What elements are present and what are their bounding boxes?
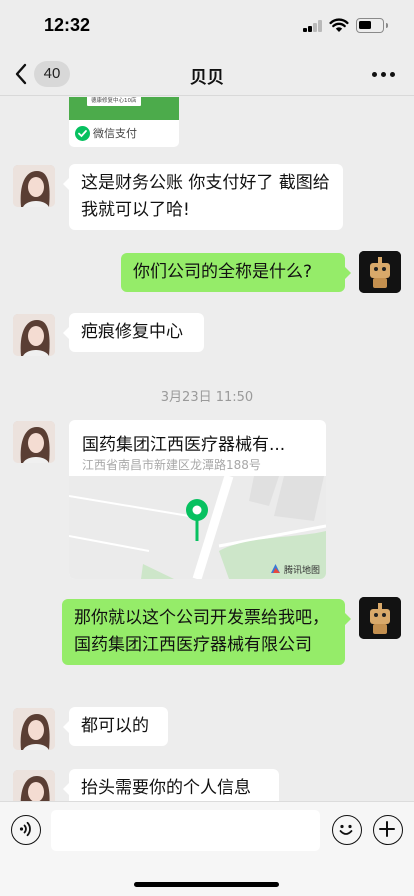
- message-bubble[interactable]: 那你就以这个公司开发票给我吧，国药集团江西医疗器械有限公司: [62, 599, 351, 665]
- location-title: 国药集团江西医疗器械有...: [82, 435, 286, 455]
- contact-avatar[interactable]: [13, 165, 55, 207]
- signal-icon: [303, 20, 323, 32]
- message-bubble[interactable]: 抬头需要你的个人信息: [63, 769, 279, 801]
- status-bar: 12:32: [0, 0, 414, 50]
- avatar-photo: [359, 597, 401, 639]
- emoji-button[interactable]: [332, 815, 362, 845]
- avatar-photo: [13, 770, 55, 801]
- input-bar: [0, 801, 414, 896]
- my-avatar[interactable]: [359, 251, 401, 293]
- location-address: 江西省南昌市新建区龙潭路188号: [82, 458, 261, 472]
- avatar-photo: [13, 708, 55, 750]
- emoji-icon: [339, 824, 353, 835]
- avatar-photo: [13, 314, 55, 356]
- contact-avatar[interactable]: [13, 421, 55, 463]
- chat-title: 贝贝: [190, 68, 224, 88]
- pay-merchant-name: 德康修复中心10店: [87, 97, 141, 106]
- map-credit: 腾讯地图: [283, 566, 320, 576]
- wechat-pay-card[interactable]: 德康修复中心10店 微信支付: [69, 97, 179, 147]
- plus-icon: [379, 821, 395, 837]
- avatar-photo: [359, 251, 401, 293]
- message-timestamp: 3月23日 11:50: [160, 390, 254, 405]
- message-bubble[interactable]: 你们公司的全称是什么?: [121, 253, 351, 292]
- location-card[interactable]: 国药集团江西医疗器械有... 江西省南昌市新建区龙潭路188号 腾讯地图: [69, 420, 326, 579]
- message-bubble[interactable]: 疤痕修复中心: [63, 313, 204, 352]
- message-bubble[interactable]: 这是财务公账 你支付好了 截图给我就可以了哈!: [63, 164, 343, 230]
- my-avatar[interactable]: [359, 597, 401, 639]
- pay-card-footer: 微信支付: [93, 127, 137, 140]
- more-options-icon[interactable]: [372, 72, 396, 78]
- home-indicator: [134, 882, 279, 887]
- contact-avatar[interactable]: [13, 770, 55, 801]
- more-functions-button[interactable]: [373, 815, 403, 845]
- contact-avatar[interactable]: [13, 708, 55, 750]
- status-time: 12:32: [44, 15, 91, 35]
- avatar-photo: [13, 421, 55, 463]
- message-input[interactable]: [51, 810, 320, 851]
- message-list[interactable]: 德康修复中心10店 微信支付 这是财务公账 你支付好了 截图给我就可以了哈! 你…: [0, 97, 414, 801]
- voice-icon: [19, 821, 31, 837]
- voice-input-button[interactable]: [11, 815, 41, 845]
- battery-icon: [356, 18, 388, 33]
- avatar-photo: [13, 165, 55, 207]
- message-bubble[interactable]: 都可以的: [63, 707, 168, 746]
- wechat-pay-icon: [75, 126, 90, 141]
- wifi-icon: [329, 18, 349, 32]
- chat-header: 40 贝贝: [0, 50, 414, 96]
- tencent-map-logo-icon: [271, 564, 280, 573]
- contact-avatar[interactable]: [13, 314, 55, 356]
